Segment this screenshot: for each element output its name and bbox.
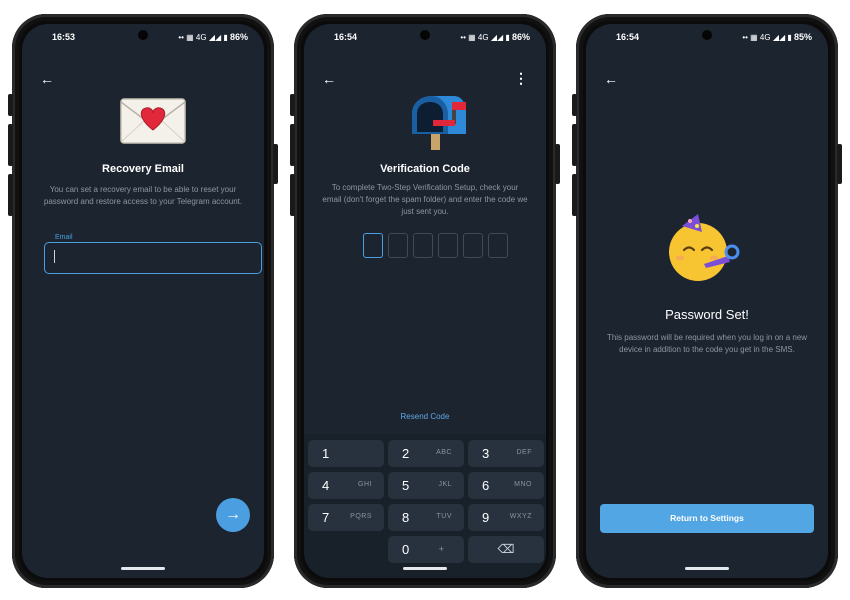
page-description: You can set a recovery email to be able … (43, 185, 243, 206)
key-blank (308, 536, 384, 563)
status-icons-text: •• ▦ 4G ◢◢ ▮ (742, 33, 792, 42)
home-indicator[interactable] (685, 567, 729, 570)
key-digit: 1 (322, 446, 330, 461)
next-button[interactable]: → (216, 498, 250, 532)
page-description: This password will be required when you … (606, 333, 808, 354)
key-8[interactable]: 8 TUV (388, 504, 464, 531)
key-9[interactable]: 9 WXYZ (468, 504, 544, 531)
key-7[interactable]: 7 PQRS (308, 504, 384, 531)
key-digit: 3 (482, 446, 490, 461)
phone-recovery-email: 16:53 •• ▦ 4G ◢◢ ▮ 86% ← Recovery Email … (8, 14, 278, 588)
screen-verification-code: 16:54 •• ▦ 4G ◢◢ ▮ 86% ← ⋮ Verification … (304, 24, 546, 578)
key-letters: TUV (436, 513, 452, 520)
volume-button (572, 94, 577, 116)
volume-button (8, 94, 13, 116)
key-letters: WXYZ (509, 513, 532, 520)
backspace-icon: ⌫ (497, 542, 515, 556)
backspace-key[interactable]: ⌫ (468, 536, 544, 563)
status-icons: •• ▦ 4G ◢◢ ▮ 86% (460, 32, 530, 42)
code-digit-field[interactable] (463, 233, 483, 258)
email-label: Email (52, 234, 76, 241)
status-bar: 16:54 •• ▦ 4G ◢◢ ▮ 85% (586, 24, 828, 60)
volume-button (290, 94, 295, 116)
back-arrow-icon[interactable]: ← (40, 71, 54, 87)
battery-level: 86% (511, 32, 530, 42)
code-input-row (363, 233, 508, 258)
key-4[interactable]: 4 GHI (308, 472, 384, 499)
volume-button (8, 174, 13, 216)
key-1[interactable]: 1 (308, 440, 384, 467)
party-face-emoji (669, 214, 740, 281)
status-icons: •• ▦ 4G ◢◢ ▮ 86% (178, 32, 248, 42)
status-bar: 16:54 •• ▦ 4G ◢◢ ▮ 86% (304, 24, 546, 60)
more-vertical-icon[interactable]: ⋮ (514, 70, 528, 87)
key-digit: 9 (482, 510, 490, 525)
key-letters: + (438, 544, 444, 554)
status-bar: 16:53 •• ▦ 4G ◢◢ ▮ 86% (22, 24, 264, 60)
numeric-keypad: 1 2 ABC 3 DEF 4 GHI 5 JKL 6 MNO 7 PQRS 8… (304, 434, 546, 578)
volume-button (290, 124, 295, 166)
key-letters: DEF (516, 449, 532, 456)
key-6[interactable]: 6 MNO (468, 472, 544, 499)
key-2[interactable]: 2 ABC (388, 440, 464, 467)
power-button (837, 144, 842, 184)
page-title: Verification Code (380, 163, 470, 175)
key-letters: MNO (514, 481, 532, 488)
status-icons-text: •• ▦ 4G ◢◢ ▮ (460, 33, 510, 42)
arrow-right-icon: → (225, 506, 241, 523)
phone-verification-code: 16:54 •• ▦ 4G ◢◢ ▮ 86% ← ⋮ Verification … (290, 14, 560, 588)
key-0[interactable]: 0 + (388, 536, 464, 563)
code-digit-field[interactable] (363, 233, 383, 258)
key-digit: 0 (402, 542, 410, 557)
volume-button (8, 124, 13, 166)
key-3[interactable]: 3 DEF (468, 440, 544, 467)
key-digit: 6 (482, 478, 490, 493)
code-digit-field[interactable] (488, 233, 508, 258)
key-digit: 5 (402, 478, 410, 493)
status-icons-text: •• ▦ 4G ◢◢ ▮ (178, 33, 228, 42)
code-digit-field[interactable] (388, 233, 408, 258)
status-time: 16:54 (334, 32, 358, 42)
status-time: 16:54 (616, 32, 640, 42)
volume-button (572, 174, 577, 216)
power-button (273, 144, 278, 184)
battery-level: 85% (793, 32, 812, 42)
key-digit: 7 (322, 510, 330, 525)
volume-button (572, 124, 577, 166)
status-time: 16:53 (52, 32, 76, 42)
page-description: To complete Two-Step Verification Setup,… (322, 183, 528, 216)
power-button (555, 144, 560, 184)
page-title: Password Set! (665, 307, 749, 322)
key-letters: ABC (436, 449, 452, 456)
code-digit-field[interactable] (438, 233, 458, 258)
home-indicator[interactable] (403, 567, 447, 570)
page-title: Recovery Email (102, 163, 184, 175)
volume-button (290, 174, 295, 216)
screen-password-set: 16:54 •• ▦ 4G ◢◢ ▮ 85% ← Password Set! T… (586, 24, 828, 578)
battery-level: 86% (229, 32, 248, 42)
email-input[interactable] (44, 242, 262, 274)
home-indicator[interactable] (121, 567, 165, 570)
love-letter-emoji (120, 98, 186, 144)
mailbox-emoji (412, 96, 466, 150)
key-letters: JKL (438, 481, 452, 488)
screen-recovery-email: 16:53 •• ▦ 4G ◢◢ ▮ 86% ← Recovery Email … (22, 24, 264, 578)
key-letters: PQRS (350, 513, 372, 520)
back-arrow-icon[interactable]: ← (604, 71, 618, 87)
key-5[interactable]: 5 JKL (388, 472, 464, 499)
key-digit: 2 (402, 446, 410, 461)
code-digit-field[interactable] (413, 233, 433, 258)
back-arrow-icon[interactable]: ← (322, 71, 336, 87)
resend-code-link[interactable]: Resend Code (304, 412, 546, 421)
key-digit: 4 (322, 478, 330, 493)
phone-password-set: 16:54 •• ▦ 4G ◢◢ ▮ 85% ← Password Set! T… (572, 14, 842, 588)
key-letters: GHI (358, 481, 372, 488)
key-digit: 8 (402, 510, 410, 525)
return-to-settings-button[interactable]: Return to Settings (600, 504, 814, 533)
status-icons: •• ▦ 4G ◢◢ ▮ 85% (742, 32, 812, 42)
text-cursor (54, 250, 55, 263)
